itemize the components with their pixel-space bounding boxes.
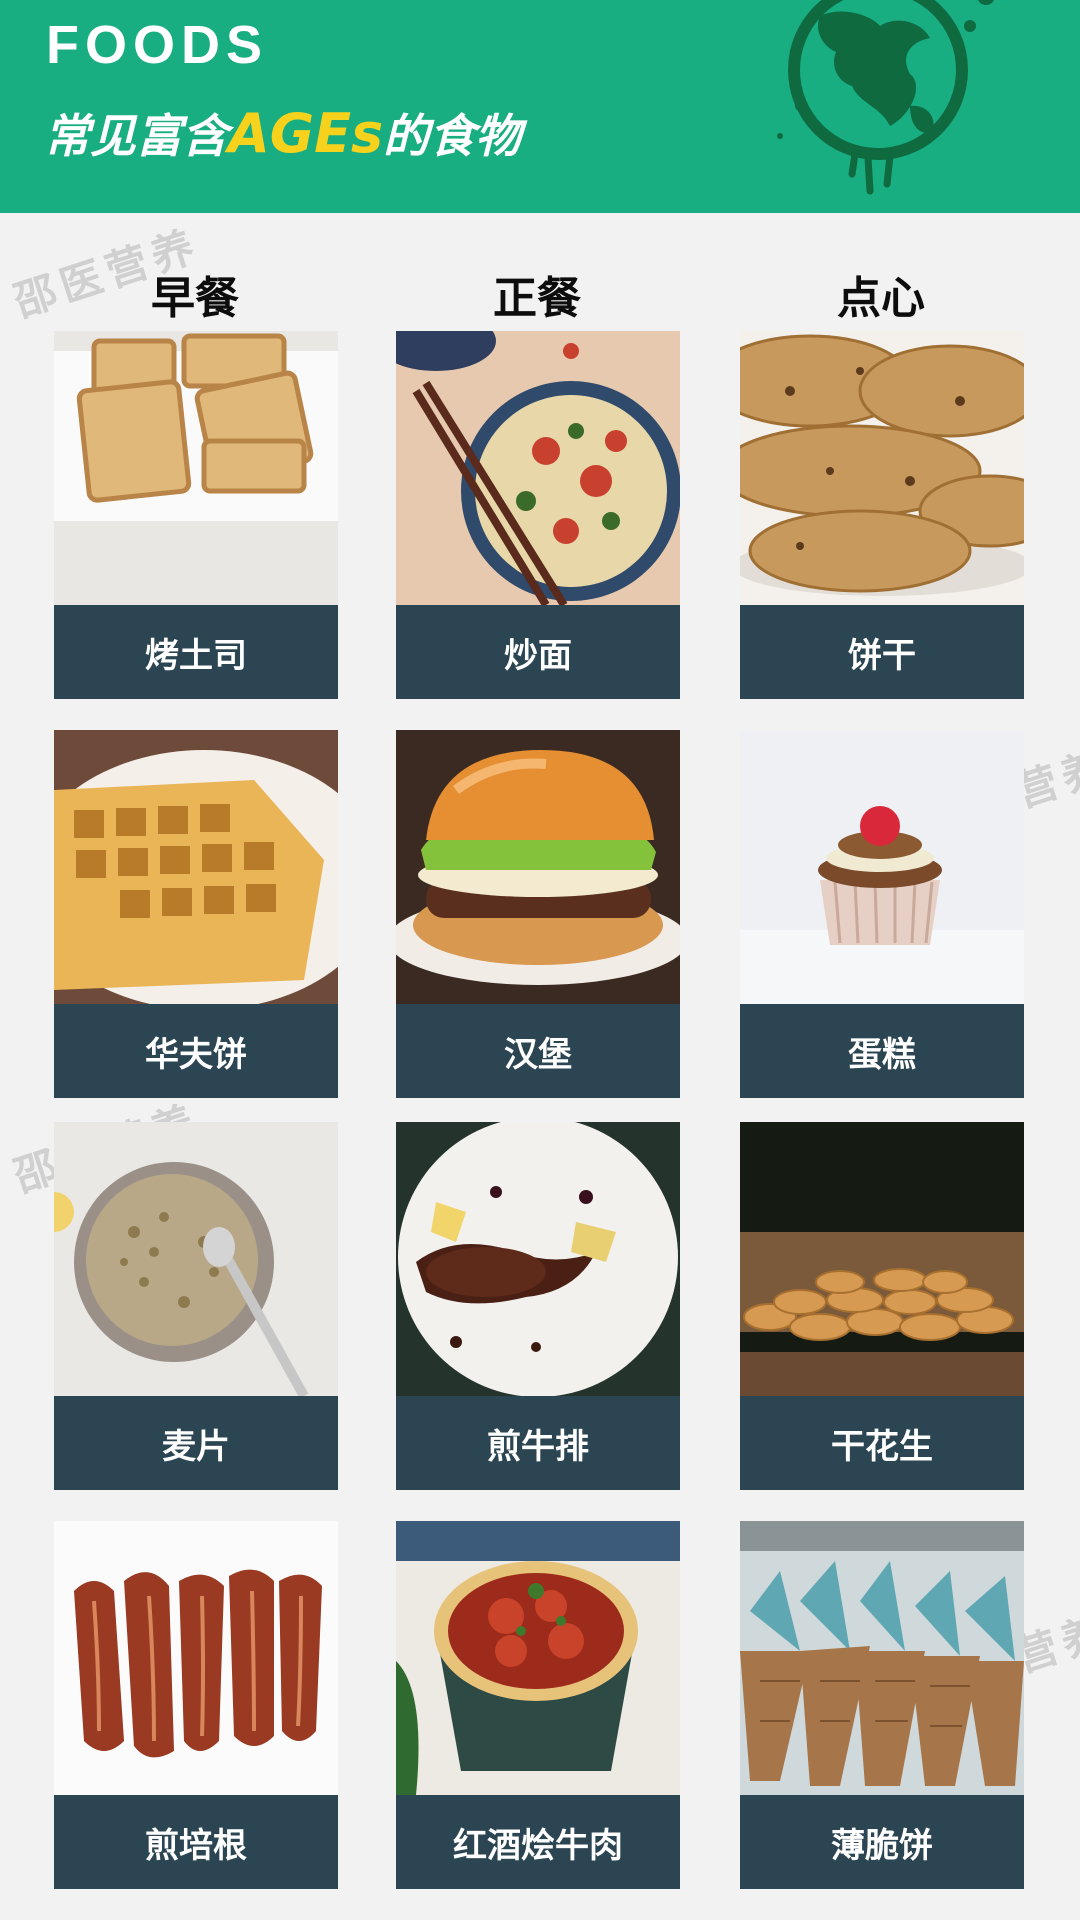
food-card-cookies: 饼干 [740,331,1024,701]
food-card-cone: 薄脆饼 [740,1521,1024,1891]
food-label: 麦片 [54,1396,338,1490]
headline-prefix: 常见富含 [44,109,228,163]
food-card-waffle: 华夫饼 [54,730,338,1100]
headline-suffix: 的食物 [383,109,522,163]
food-card-bacon: 煎培根 [54,1521,338,1891]
steak-photo [396,1122,680,1396]
cookies-photo [740,331,1024,605]
food-card-steak: 煎牛排 [396,1122,680,1492]
food-label: 饼干 [740,605,1024,699]
waffle-photo [54,730,338,1004]
food-card-cupcake: 蛋糕 [740,730,1024,1100]
food-card-noodles: 炒面 [396,331,680,701]
food-card-toast: 烤土司 [54,331,338,701]
food-label: 烤土司 [54,605,338,699]
header-banner: FOODS 常见富含AGEs的食物 [0,0,1080,213]
food-label: 汉堡 [396,1004,680,1098]
food-label: 薄脆饼 [740,1795,1024,1889]
food-card-peanuts: 干花生 [740,1122,1024,1492]
globe-icon [777,0,995,195]
brand-title: FOODS [46,15,269,75]
column-title-snack: 点心 [837,273,925,324]
food-label: 华夫饼 [54,1004,338,1098]
food-card-stew: 红酒烩牛肉 [396,1521,680,1891]
bacon-photo [54,1521,338,1795]
food-label: 红酒烩牛肉 [396,1795,680,1889]
food-label: 炒面 [396,605,680,699]
column-title-breakfast: 早餐 [151,273,239,324]
noodles-photo [396,331,680,605]
page-headline: 常见富含AGEs的食物 [44,100,521,166]
peanuts-photo [740,1122,1024,1396]
headline-highlight: AGEs [228,102,384,165]
cone-photo [740,1521,1024,1795]
burger-photo [396,730,680,1004]
food-label: 干花生 [740,1396,1024,1490]
food-card-cereal: 麦片 [54,1122,338,1492]
food-label: 蛋糕 [740,1004,1024,1098]
cereal-photo [54,1122,338,1396]
food-card-burger: 汉堡 [396,730,680,1100]
stew-photo [396,1521,680,1795]
food-label: 煎培根 [54,1795,338,1889]
food-label: 煎牛排 [396,1396,680,1490]
cupcake-photo [740,730,1024,1004]
toast-photo [54,331,338,605]
column-title-meal: 正餐 [493,273,581,324]
